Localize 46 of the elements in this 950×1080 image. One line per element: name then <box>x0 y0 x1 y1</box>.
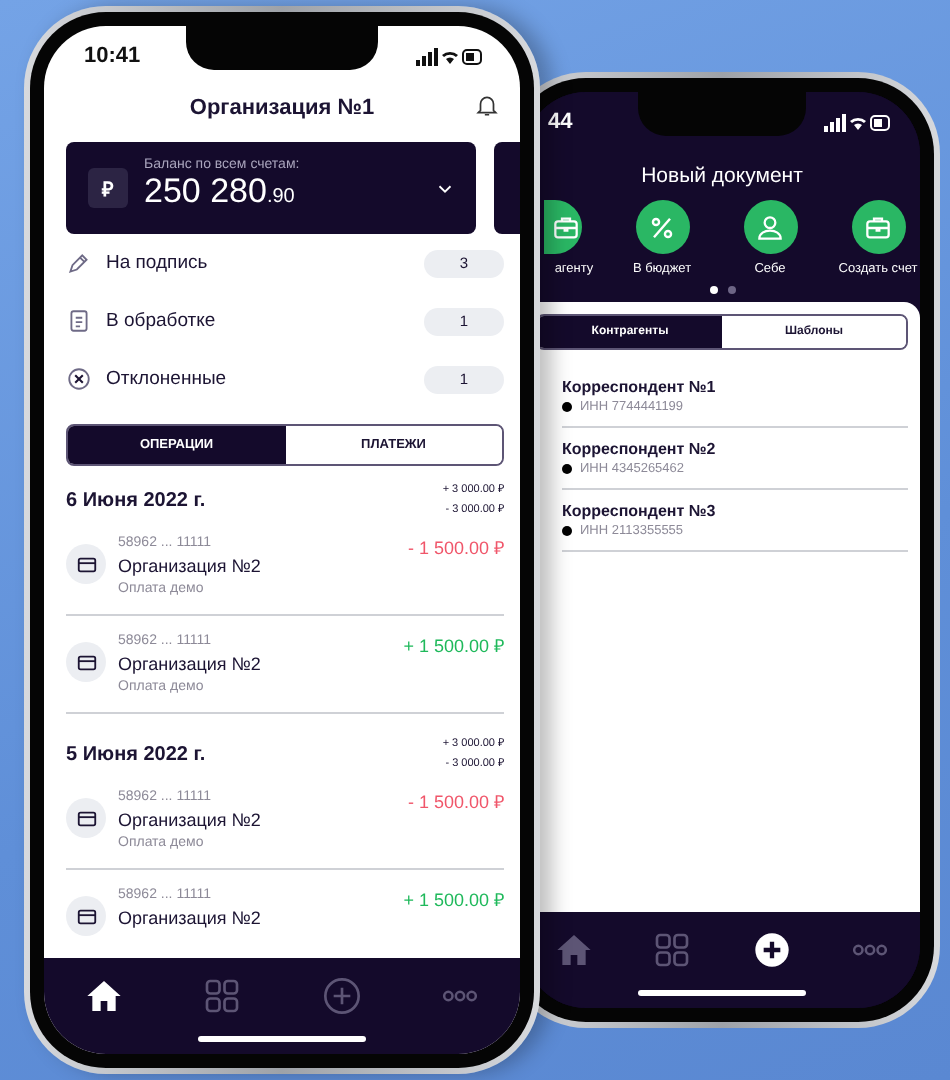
bullet-dot <box>562 402 572 412</box>
card-icon <box>66 798 106 838</box>
action-button[interactable] <box>544 200 582 254</box>
screen-title: Новый документ <box>639 162 805 192</box>
card-icon <box>66 642 106 682</box>
status-label[interactable]: В обработке <box>106 310 410 332</box>
operation-amount: + 1 500.00 ₽ <box>403 634 504 658</box>
status-icons-drawing <box>416 47 484 65</box>
date-heading: 5 Июня 2022 г. <box>66 743 206 765</box>
document-icon <box>66 308 92 334</box>
counterparty-name: Организация №2 <box>118 652 263 676</box>
bell-icon[interactable] <box>474 92 500 118</box>
status-label[interactable]: На подпись <box>106 252 410 274</box>
action-button[interactable] <box>743 200 797 254</box>
pen-icon <box>66 250 92 276</box>
grid-icon[interactable] <box>202 976 243 1016</box>
operation-amount: + 1 500.00 ₽ <box>403 888 504 912</box>
card-icon <box>66 544 106 584</box>
grid-icon[interactable] <box>652 930 693 970</box>
contact-name[interactable]: Корреспондент №3 <box>562 500 908 524</box>
status-time: 44 <box>548 110 573 134</box>
close-circle-icon <box>66 366 92 392</box>
person-icon <box>754 211 786 243</box>
screen-title: Организация №1 <box>189 96 375 120</box>
page-dot[interactable] <box>727 286 735 294</box>
status-time: 10:41 <box>84 44 141 68</box>
action-button[interactable] <box>851 200 905 254</box>
contact-name[interactable]: Корреспондент №2 <box>562 438 908 462</box>
counterparty-name: Организация №2 <box>118 554 263 578</box>
plus-icon[interactable] <box>751 930 792 970</box>
currency-badge: ₽ <box>88 168 128 208</box>
operation-amount: - 1 500.00 ₽ <box>407 536 504 560</box>
action-button[interactable] <box>635 200 689 254</box>
counterparty-name: Организация №2 <box>118 906 263 930</box>
home-icon[interactable] <box>83 976 124 1016</box>
bullet-dot <box>562 526 572 536</box>
bullet-dot <box>562 464 572 474</box>
operation-amount: - 1 500.00 ₽ <box>407 790 504 814</box>
status-icons-drawing <box>824 113 892 131</box>
counterparty-name: Организация №2 <box>118 808 263 832</box>
contact-name[interactable]: Корреспондент №1 <box>562 376 908 400</box>
date-heading: 6 Июня 2022 г. <box>66 489 206 511</box>
page-dot[interactable] <box>709 286 717 294</box>
status-label[interactable]: Отклоненные <box>106 368 410 390</box>
card-icon <box>66 896 106 936</box>
balance-amount: 250 280.90 <box>144 172 297 214</box>
